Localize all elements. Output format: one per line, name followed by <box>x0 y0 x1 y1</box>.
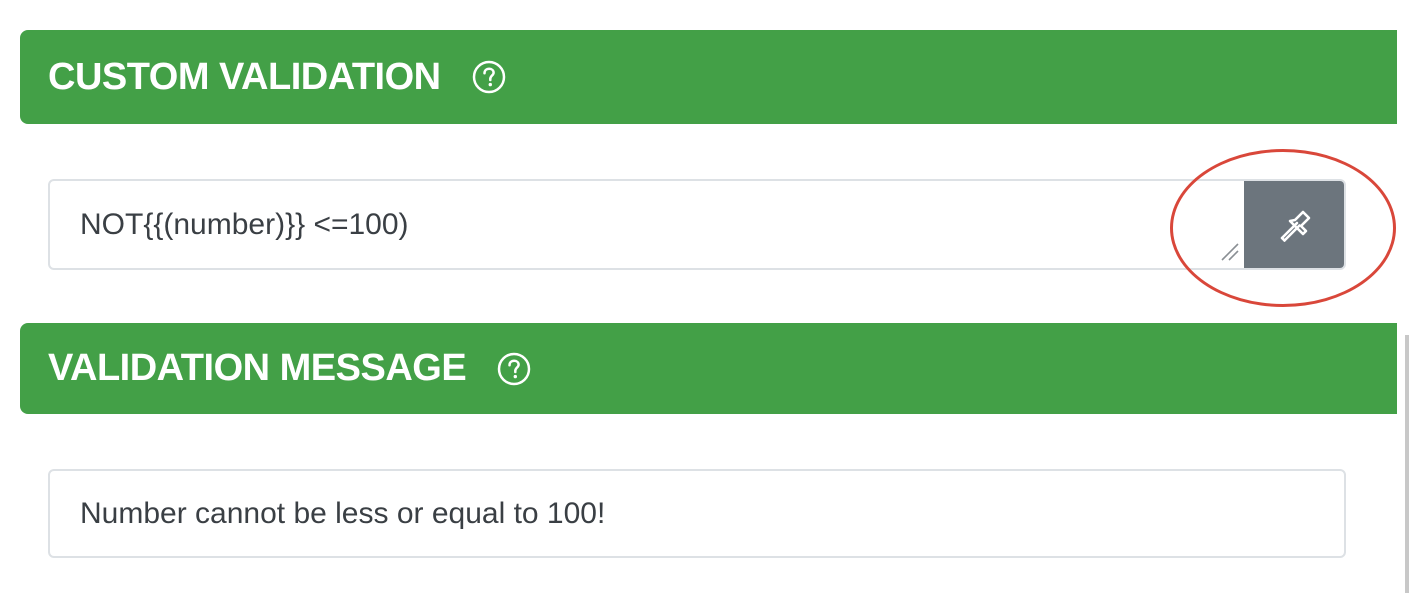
validation-message-header: VALIDATION MESSAGE <box>20 323 1405 414</box>
help-circle-icon[interactable] <box>496 351 532 387</box>
custom-validation-expression-value[interactable]: NOT{{(number)}} <=100) <box>80 181 409 268</box>
validation-message-title: VALIDATION MESSAGE <box>48 347 467 389</box>
custom-validation-expression-field[interactable]: NOT{{(number)}} <=100) <box>48 179 1346 270</box>
validation-message-field[interactable]: Number cannot be less or equal to 100! <box>48 469 1346 558</box>
wrench-icon <box>1280 210 1311 242</box>
validation-message-value[interactable]: Number cannot be less or equal to 100! <box>80 471 605 556</box>
scrollbar-track[interactable] <box>1405 335 1409 593</box>
resize-grip-icon[interactable] <box>1218 240 1240 262</box>
help-circle-icon[interactable] <box>471 59 507 95</box>
expression-builder-button[interactable] <box>1244 181 1344 268</box>
custom-validation-header: CUSTOM VALIDATION <box>20 30 1405 124</box>
custom-validation-title: CUSTOM VALIDATION <box>48 55 441 98</box>
validation-settings-panel: CUSTOM VALIDATION NOT{{(number)}} <=100) <box>0 0 1410 593</box>
